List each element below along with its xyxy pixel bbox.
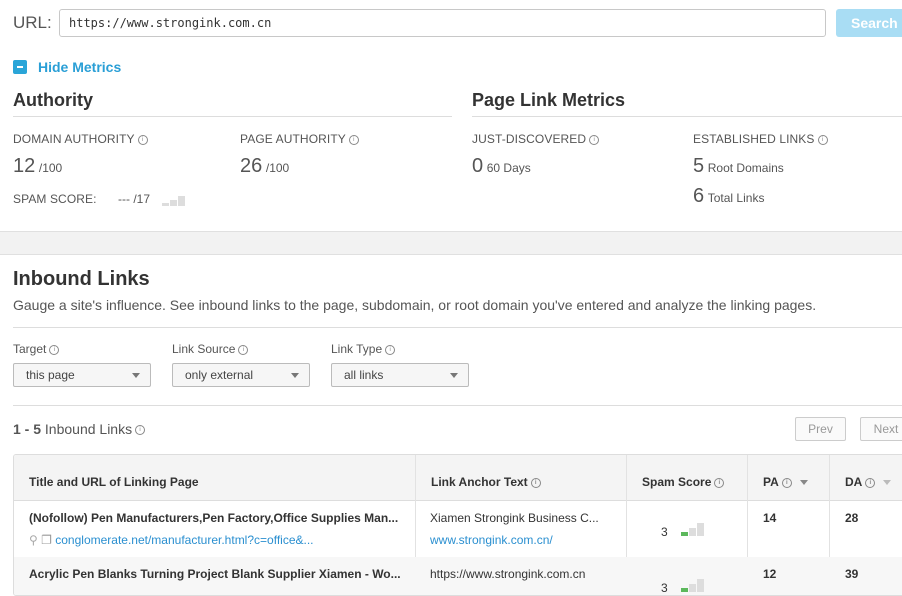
- chevron-down-icon: [132, 373, 140, 378]
- row-1-spam-score: 3: [661, 525, 668, 539]
- link-source-filter-label: Link Source i: [172, 342, 249, 356]
- link-type-select[interactable]: all links: [331, 363, 469, 387]
- domain-authority-label: DOMAIN AUTHORITY i: [13, 132, 148, 146]
- row-2-anchor-text: https://www.strongink.com.cn: [430, 567, 586, 581]
- info-icon[interactable]: i: [135, 425, 146, 436]
- spam-score-value: --- /17: [118, 192, 151, 206]
- row-2-spam-bars-icon: [681, 578, 705, 592]
- just-discovered-value: 0 60 Days: [472, 155, 531, 177]
- divider: [13, 327, 902, 328]
- info-icon[interactable]: i: [781, 477, 792, 488]
- spam-score-bars-icon: [162, 194, 186, 206]
- divider: [13, 116, 452, 117]
- next-button[interactable]: Next: [860, 417, 902, 441]
- info-icon[interactable]: i: [348, 134, 359, 145]
- root-domains-value: 5 Root Domains: [693, 155, 784, 177]
- hide-metrics-label: Hide Metrics: [38, 59, 122, 75]
- column-header-pa[interactable]: PA i: [748, 455, 830, 501]
- info-icon[interactable]: i: [714, 477, 725, 488]
- link-source-select[interactable]: only external: [172, 363, 310, 387]
- search-icon[interactable]: ⚲: [29, 533, 38, 547]
- target-filter-label: Target i: [13, 342, 60, 356]
- divider: [13, 405, 902, 406]
- chevron-down-icon: [291, 373, 299, 378]
- info-icon[interactable]: i: [238, 344, 249, 355]
- established-links-label: ESTABLISHED LINKS i: [693, 132, 828, 146]
- domain-authority-value: 12 /100: [13, 155, 63, 177]
- inbound-links-title: Inbound Links: [13, 268, 150, 290]
- row-1-title[interactable]: (Nofollow) Pen Manufacturers,Pen Factory…: [29, 511, 398, 525]
- row-2-title[interactable]: Acrylic Pen Blanks Turning Project Blank…: [29, 567, 401, 581]
- link-type-filter-label: Link Type i: [331, 342, 396, 356]
- row-1-url: ⚲ ❐ conglomerate.net/manufacturer.html?c…: [29, 533, 314, 547]
- authority-title: Authority: [13, 90, 93, 110]
- page-authority-value: 26 /100: [240, 155, 290, 177]
- chevron-down-icon: [450, 373, 458, 378]
- inbound-links-description: Gauge a site's influence. See inbound li…: [13, 297, 817, 313]
- info-icon[interactable]: i: [137, 134, 148, 145]
- info-icon[interactable]: i: [385, 344, 396, 355]
- section-separator: [0, 231, 902, 255]
- column-header-anchor-text: Link Anchor Text i: [416, 455, 627, 501]
- page-authority-label: PAGE AUTHORITY i: [240, 132, 359, 146]
- inbound-links-table: Title and URL of Linking Page Link Ancho…: [13, 454, 902, 596]
- prev-button[interactable]: Prev: [795, 417, 846, 441]
- hide-metrics-toggle[interactable]: Hide Metrics: [13, 59, 121, 75]
- total-links-value: 6 Total Links: [693, 185, 765, 207]
- sort-down-icon: [799, 480, 808, 486]
- spam-score-label: SPAM SCORE:: [13, 192, 97, 206]
- copy-icon[interactable]: ❐: [41, 533, 52, 547]
- row-1-da: 28: [845, 511, 859, 525]
- info-icon[interactable]: i: [530, 477, 541, 488]
- url-label: URL:: [13, 13, 52, 32]
- row-2-da: 39: [845, 567, 859, 581]
- row-1-spam-bars-icon: [681, 522, 705, 536]
- inbound-links-count: 1 - 5 Inbound Links i: [13, 421, 146, 437]
- page-link-metrics-title: Page Link Metrics: [472, 90, 626, 110]
- row-1-anchor-text: Xiamen Strongink Business C...: [430, 511, 599, 525]
- row-2-spam-score: 3: [661, 581, 668, 595]
- row-2-pa: 12: [763, 567, 777, 581]
- target-select[interactable]: this page: [13, 363, 151, 387]
- url-input[interactable]: [59, 9, 826, 37]
- row-1-anchor-url[interactable]: www.strongink.com.cn/: [430, 533, 553, 547]
- info-icon[interactable]: i: [817, 134, 828, 145]
- column-header-spam-score[interactable]: Spam Score i: [627, 455, 748, 501]
- info-icon[interactable]: i: [865, 477, 876, 488]
- search-button[interactable]: Search: [836, 9, 902, 37]
- column-header-title-url: Title and URL of Linking Page: [14, 455, 416, 501]
- sort-down-icon: [883, 480, 892, 486]
- info-icon[interactable]: i: [589, 134, 600, 145]
- row-1-pa: 14: [763, 511, 777, 525]
- divider: [472, 116, 902, 117]
- just-discovered-label: JUST-DISCOVERED i: [472, 132, 600, 146]
- column-header-da[interactable]: DA i: [830, 455, 902, 501]
- info-icon[interactable]: i: [49, 344, 60, 355]
- collapse-icon: [13, 60, 27, 74]
